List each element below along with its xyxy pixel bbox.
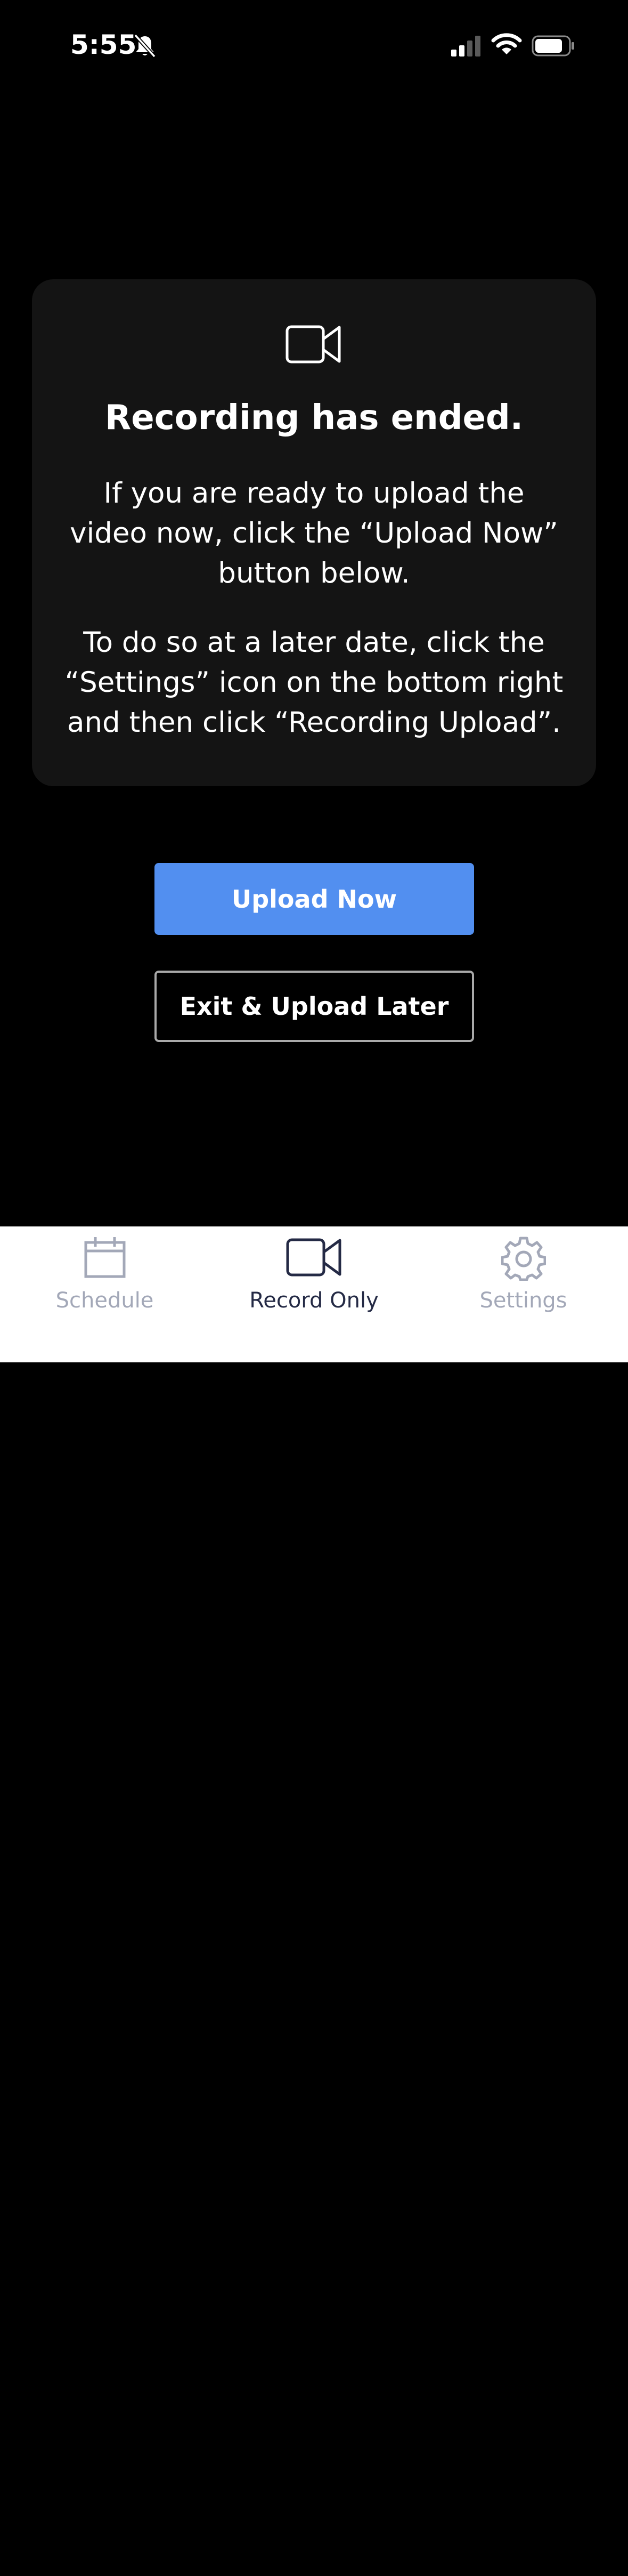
later-upload-instructions-text: To do so at a later date, click the “Set… (64, 626, 564, 739)
status-time: 5:55 (70, 29, 137, 60)
exit-upload-later-button[interactable]: Exit & Upload Later (154, 971, 474, 1042)
battery-icon (532, 35, 574, 56)
tab-record-only-label: Record Only (249, 1288, 379, 1313)
card-title: Recording has ended. (105, 398, 523, 438)
bell-slash-icon (134, 34, 156, 58)
upload-now-button[interactable]: Upload Now (154, 863, 474, 935)
home-indicator (202, 2568, 426, 2576)
tab-record-only[interactable]: Record Only (209, 1226, 419, 1333)
gear-icon (501, 1237, 546, 1281)
status-bar: 5:55 (0, 0, 628, 80)
tab-schedule[interactable]: Schedule (0, 1226, 209, 1333)
video-camera-icon (286, 1238, 341, 1277)
tab-settings[interactable]: Settings (419, 1226, 628, 1333)
wifi-icon (491, 33, 522, 54)
tab-settings-label: Settings (479, 1288, 567, 1313)
video-camera-icon (286, 325, 341, 364)
calendar-icon (84, 1237, 125, 1278)
tab-bar: Schedule Record Only Settings (0, 1226, 628, 2576)
cellular-signal-icon (451, 36, 480, 56)
tab-schedule-label: Schedule (55, 1288, 154, 1313)
upload-instructions-text: If you are ready to upload the video now… (70, 477, 558, 590)
